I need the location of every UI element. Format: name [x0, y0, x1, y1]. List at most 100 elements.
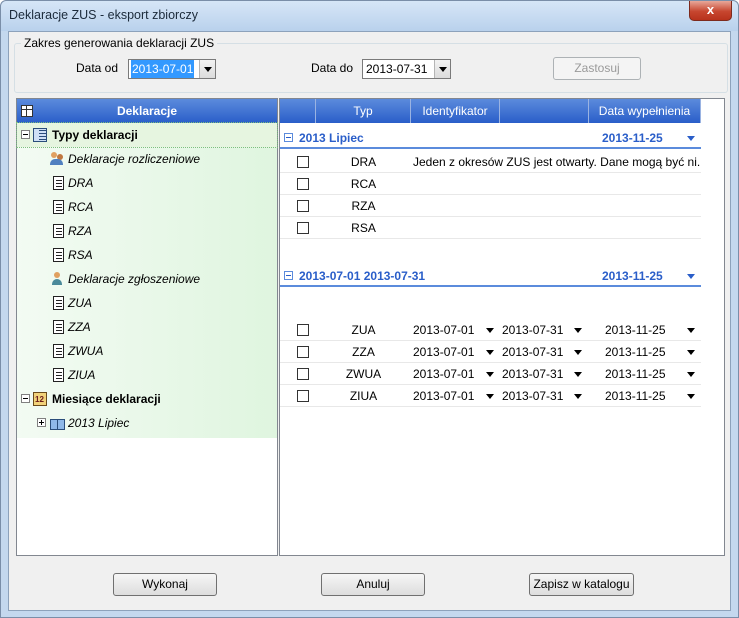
tree-node-registration[interactable]: Deklaracje zgłoszeniowe: [17, 267, 277, 291]
close-button[interactable]: x: [689, 1, 732, 21]
group-header-range[interactable]: 2013-07-01 2013-07-31 2013-11-25: [280, 265, 701, 287]
group-header-month[interactable]: 2013 Lipiec 2013-11-25: [280, 127, 701, 149]
table-row[interactable]: RSA: [280, 217, 701, 239]
table-row[interactable]: RZA: [280, 195, 701, 217]
tree-item-zwua[interactable]: ZWUA: [17, 339, 277, 363]
chevron-down-icon[interactable]: [574, 372, 582, 377]
open-book-icon: [50, 416, 65, 430]
cell-date-from[interactable]: 2013-07-01: [413, 363, 474, 385]
calendar-icon: [33, 388, 47, 412]
table-row[interactable]: DRA Jeden z okresów ZUS jest otwarty. Da…: [280, 151, 701, 173]
chevron-down-icon[interactable]: [199, 60, 215, 78]
table-row[interactable]: ZIUA 2013-07-01 2013-07-31 2013-11-25: [280, 385, 701, 407]
tree-item-rca[interactable]: RCA: [17, 195, 277, 219]
cell-typ: DRA: [350, 155, 377, 169]
window-title: Deklaracje ZUS - eksport zbiorczy: [9, 8, 198, 22]
chevron-down-icon[interactable]: [687, 274, 695, 279]
column-header-identyfikator[interactable]: Identyfikator: [411, 99, 500, 123]
cell-date-from[interactable]: 2013-07-01: [413, 385, 474, 407]
tree-item-ziua[interactable]: ZIUA: [17, 363, 277, 387]
cell-date-to[interactable]: 2013-07-31: [502, 385, 563, 407]
chevron-down-icon[interactable]: [687, 394, 695, 399]
range-group-title: Zakres generowania deklaracji ZUS: [21, 36, 218, 50]
chevron-down-icon[interactable]: [574, 350, 582, 355]
column-header-check[interactable]: [280, 99, 316, 123]
cell-filled-date[interactable]: 2013-11-25: [605, 363, 666, 385]
cell-date-to[interactable]: 2013-07-31: [502, 363, 563, 385]
date-from-combo[interactable]: 2013-07-01: [128, 59, 216, 79]
tree-item-zua[interactable]: ZUA: [17, 291, 277, 315]
cancel-button[interactable]: Anuluj: [321, 573, 425, 596]
collapse-icon[interactable]: [21, 394, 30, 403]
column-header-data-wypelnienia[interactable]: Data wypełnienia: [589, 99, 701, 123]
group-label: 2013-07-01 2013-07-31: [299, 269, 426, 283]
row-checkbox[interactable]: [297, 368, 309, 380]
chevron-down-icon[interactable]: [574, 394, 582, 399]
grid-icon[interactable]: [21, 105, 33, 117]
cell-filled-date[interactable]: 2013-11-25: [605, 341, 666, 363]
table-row[interactable]: ZZA 2013-07-01 2013-07-31 2013-11-25: [280, 341, 701, 363]
cell-date-from[interactable]: 2013-07-01: [413, 341, 474, 363]
chevron-down-icon[interactable]: [687, 328, 695, 333]
person-icon: [50, 272, 64, 286]
chevron-down-icon[interactable]: [687, 372, 695, 377]
date-from-value: 2013-07-01: [131, 60, 195, 78]
document-icon: [53, 368, 64, 382]
row-checkbox[interactable]: [297, 390, 309, 402]
chevron-down-icon[interactable]: [687, 136, 695, 141]
table-row[interactable]: ZUA 2013-07-01 2013-07-31 2013-11-25: [280, 319, 701, 341]
row-checkbox[interactable]: [297, 324, 309, 336]
table-row[interactable]: ZWUA 2013-07-01 2013-07-31 2013-11-25: [280, 363, 701, 385]
execute-button[interactable]: Wykonaj: [113, 573, 217, 596]
chevron-down-icon[interactable]: [486, 350, 494, 355]
collapse-icon[interactable]: [284, 133, 293, 142]
column-header-empty[interactable]: [500, 99, 589, 123]
date-to-combo[interactable]: 2013-07-31: [362, 59, 451, 79]
collapse-icon[interactable]: [284, 271, 293, 280]
document-icon: [53, 248, 64, 262]
cell-date-to[interactable]: 2013-07-31: [502, 341, 563, 363]
cell-filled-date[interactable]: 2013-11-25: [605, 385, 666, 407]
chevron-down-icon[interactable]: [434, 60, 450, 78]
cell-typ: ZIUA: [349, 389, 378, 403]
tree-label-registration: Deklaracje zgłoszeniowe: [68, 272, 201, 286]
cell-date-from[interactable]: 2013-07-01: [413, 319, 474, 341]
row-checkbox[interactable]: [297, 222, 309, 234]
chevron-down-icon[interactable]: [486, 394, 494, 399]
chevron-down-icon[interactable]: [486, 372, 494, 377]
date-from-label: Data od: [76, 61, 119, 75]
tree-item-label: ZZA: [68, 320, 91, 334]
row-checkbox[interactable]: [297, 178, 309, 190]
book-icon: [33, 128, 47, 142]
row-checkbox[interactable]: [297, 156, 309, 168]
tree-item-rza[interactable]: RZA: [17, 219, 277, 243]
tree-node-month-item[interactable]: 2013 Lipiec: [17, 411, 277, 435]
tree-item-rsa[interactable]: RSA: [17, 243, 277, 267]
cell-date-to[interactable]: 2013-07-31: [502, 319, 563, 341]
apply-button[interactable]: Zastosuj: [553, 57, 641, 80]
column-header-typ[interactable]: Typ: [316, 99, 411, 123]
cell-filled-date[interactable]: 2013-11-25: [605, 319, 666, 341]
chevron-down-icon[interactable]: [574, 328, 582, 333]
tree-item-zza[interactable]: ZZA: [17, 315, 277, 339]
chevron-down-icon[interactable]: [687, 350, 695, 355]
document-icon: [53, 224, 64, 238]
group-date: 2013-11-25: [602, 131, 663, 145]
tree-node-types[interactable]: Typy deklaracji: [16, 122, 278, 148]
group-label: 2013 Lipiec: [299, 131, 364, 145]
row-checkbox[interactable]: [297, 200, 309, 212]
collapse-icon[interactable]: [21, 130, 30, 139]
chevron-down-icon[interactable]: [486, 328, 494, 333]
tree-item-label: ZIUA: [68, 368, 96, 382]
expand-icon[interactable]: [37, 418, 46, 427]
save-to-catalog-button[interactable]: Zapisz w katalogu: [529, 573, 634, 596]
tree-node-months[interactable]: Miesiące deklaracji: [17, 387, 277, 412]
cell-typ: ZWUA: [345, 367, 382, 381]
tree-node-settlement[interactable]: Deklaracje rozliczeniowe: [17, 147, 277, 171]
table-row[interactable]: RCA: [280, 173, 701, 195]
tree-item-dra[interactable]: DRA: [17, 171, 277, 195]
document-icon: [53, 296, 64, 310]
cell-typ: RCA: [350, 177, 377, 191]
document-icon: [53, 344, 64, 358]
row-checkbox[interactable]: [297, 346, 309, 358]
